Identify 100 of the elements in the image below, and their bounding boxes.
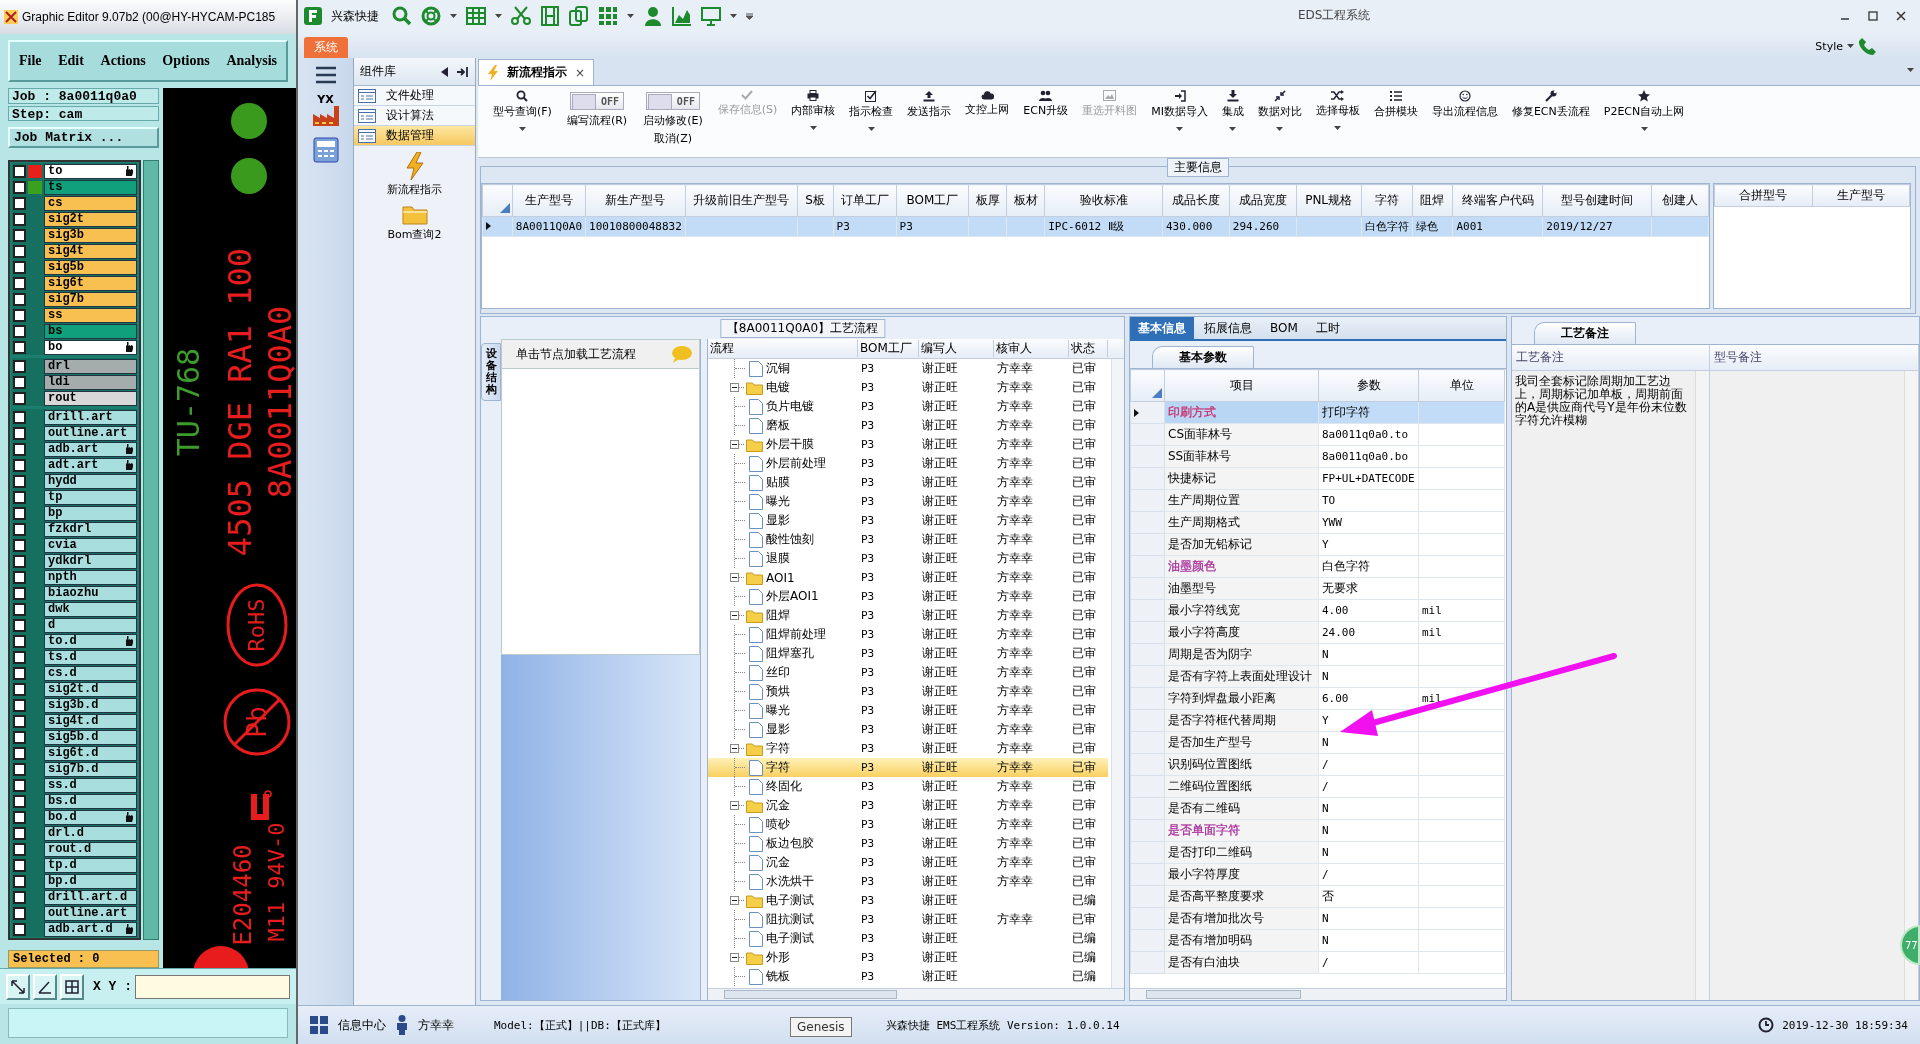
- tree-item[interactable]: 阻焊: [766, 607, 790, 624]
- tree-item[interactable]: 负片电镀: [766, 398, 814, 415]
- checkbox[interactable]: [13, 586, 26, 600]
- checkbox[interactable]: [13, 602, 26, 616]
- expander-icon[interactable]: [730, 801, 739, 810]
- column-header[interactable]: 生产型号: [512, 184, 586, 217]
- tree-item[interactable]: 电子测试: [766, 930, 814, 947]
- tool-button[interactable]: [6, 973, 30, 1000]
- column-header[interactable]: 创建人: [1651, 184, 1709, 217]
- column-header[interactable]: BOM工厂: [896, 184, 969, 217]
- pin-icon[interactable]: [457, 65, 469, 78]
- checkbox[interactable]: [13, 212, 26, 226]
- column-header[interactable]: 单位: [1418, 369, 1505, 402]
- column-header[interactable]: 升级前旧生产型号: [685, 184, 798, 217]
- tree-item[interactable]: 酸性蚀刻: [766, 531, 814, 548]
- job-matrix-button[interactable]: Job Matrix ...: [8, 127, 159, 148]
- layer-item[interactable]: sig3b.d: [44, 697, 137, 713]
- layer-item[interactable]: sig6t.d: [44, 745, 137, 761]
- checkbox[interactable]: [13, 746, 26, 760]
- layer-item[interactable]: sig4t: [44, 243, 137, 259]
- tree-item[interactable]: 终固化: [766, 778, 802, 795]
- column-header[interactable]: 新生产型号: [585, 184, 686, 217]
- film-icon[interactable]: [540, 6, 560, 26]
- ribbon-button[interactable]: 选择母板: [1308, 88, 1367, 132]
- column-header[interactable]: 状态: [1069, 340, 1108, 357]
- checkbox[interactable]: [13, 260, 26, 274]
- column-header[interactable]: 核审人: [994, 340, 1069, 357]
- column-header[interactable]: 型号创建时间: [1542, 184, 1652, 217]
- tree-item[interactable]: 铣板: [766, 968, 790, 985]
- toggle-switch[interactable]: OFF: [570, 92, 625, 110]
- checkbox[interactable]: [13, 410, 26, 424]
- tree-item[interactable]: 贴膜: [766, 474, 790, 491]
- layer-item[interactable]: ldi: [44, 374, 137, 390]
- layer-item[interactable]: sig7b.d: [44, 761, 137, 777]
- column-header[interactable]: 终端客户代码: [1452, 184, 1543, 217]
- checkbox[interactable]: [13, 698, 26, 712]
- checkbox[interactable]: [13, 874, 26, 888]
- checkbox[interactable]: [13, 426, 26, 440]
- checkbox[interactable]: [13, 164, 26, 178]
- shortcut-label[interactable]: Bom查询2: [387, 227, 442, 242]
- checkbox[interactable]: [13, 375, 26, 389]
- layer-item[interactable]: adb.art.d: [44, 921, 137, 937]
- menu-item[interactable]: Edit: [55, 51, 87, 71]
- checkbox[interactable]: [13, 714, 26, 728]
- layer-item[interactable]: rout: [44, 390, 137, 406]
- checkbox[interactable]: [13, 490, 26, 504]
- tree-item[interactable]: 板边包胶: [766, 835, 814, 852]
- checkbox[interactable]: [13, 650, 26, 664]
- layer-item[interactable]: ts.d: [44, 649, 137, 665]
- grid-icon[interactable]: [598, 6, 618, 26]
- menu-item[interactable]: Options: [159, 51, 213, 71]
- group-tab[interactable]: 基本参数: [1152, 346, 1254, 368]
- expander-icon[interactable]: [730, 953, 739, 962]
- checkbox[interactable]: [13, 842, 26, 856]
- checkbox[interactable]: [13, 196, 26, 210]
- checkbox[interactable]: [13, 324, 26, 338]
- layer-item[interactable]: adb.art: [44, 441, 137, 457]
- column-header[interactable]: 生产型号: [1812, 184, 1910, 207]
- layer-item[interactable]: sig3b: [44, 227, 137, 243]
- layer-item[interactable]: cs.d: [44, 665, 137, 681]
- tree-item[interactable]: 曝光: [766, 702, 790, 719]
- copy-icon[interactable]: [569, 6, 589, 26]
- shortcut-label[interactable]: 新流程指示: [387, 182, 442, 197]
- close-icon[interactable]: ×: [575, 65, 586, 80]
- layer-item[interactable]: ts: [44, 179, 137, 195]
- close-icon[interactable]: [1896, 11, 1906, 21]
- layer-item[interactable]: drill.art: [44, 409, 137, 425]
- library-item[interactable]: 数据管理: [354, 126, 475, 146]
- expander-icon[interactable]: [730, 896, 739, 905]
- column-header[interactable]: 型号备注: [1710, 345, 1919, 370]
- column-header[interactable]: 流程: [708, 340, 858, 357]
- layer-item[interactable]: sig5b.d: [44, 729, 137, 745]
- tree-item[interactable]: 电镀: [766, 379, 790, 396]
- tree-item[interactable]: 曝光: [766, 493, 790, 510]
- layer-item[interactable]: ss.d: [44, 777, 137, 793]
- library-item[interactable]: 文件处理: [354, 86, 475, 106]
- tree-item[interactable]: 沉金: [766, 797, 790, 814]
- checkbox[interactable]: [13, 890, 26, 904]
- tree-item[interactable]: 显影: [766, 721, 790, 738]
- layer-item[interactable]: ydkdrl: [44, 553, 137, 569]
- row-header[interactable]: [1130, 401, 1165, 424]
- column-header[interactable]: 参数: [1318, 369, 1419, 402]
- toggle-switch[interactable]: OFF: [645, 92, 700, 110]
- layer-item[interactable]: sig2t.d: [44, 681, 137, 697]
- checkbox[interactable]: [13, 858, 26, 872]
- expander-icon[interactable]: [730, 611, 739, 620]
- logo-icon[interactable]: [304, 7, 322, 25]
- layer-item[interactable]: to.d: [44, 633, 137, 649]
- calculator-icon[interactable]: [311, 137, 340, 163]
- tool-button[interactable]: [60, 973, 84, 1000]
- checkbox[interactable]: [13, 340, 26, 354]
- ribbon-button[interactable]: 发送指示: [900, 88, 959, 121]
- checkbox[interactable]: [13, 794, 26, 808]
- tree-item[interactable]: 预烘: [766, 683, 790, 700]
- coordinate-field[interactable]: [135, 974, 290, 999]
- maximize-icon[interactable]: [1868, 11, 1878, 21]
- tree-item[interactable]: 电子测试: [766, 892, 814, 909]
- tree-item[interactable]: 外层前处理: [766, 455, 826, 472]
- layer-item[interactable]: fzkdrl: [44, 521, 137, 537]
- layer-item[interactable]: sig6t: [44, 275, 137, 291]
